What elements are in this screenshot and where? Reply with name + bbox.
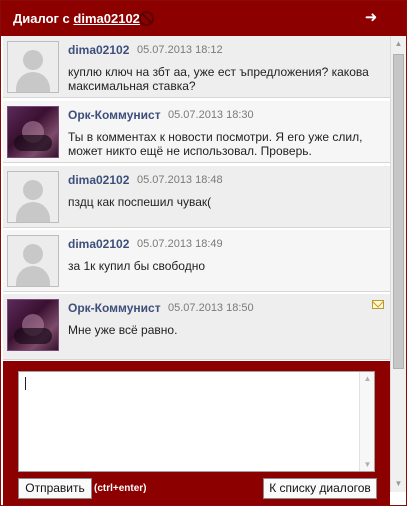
- avatar[interactable]: [7, 171, 59, 223]
- message-author[interactable]: dima02102: [68, 43, 129, 57]
- dialog-title-prefix: Диалог с: [13, 11, 70, 26]
- block-icon[interactable]: [139, 11, 154, 26]
- scroll-up-arrow-icon[interactable]: ▲: [391, 36, 406, 52]
- message-text: за 1к купил бы свободно: [68, 259, 206, 273]
- message-author[interactable]: Орк-Коммунист: [68, 108, 161, 122]
- send-button[interactable]: Отправить: [18, 478, 92, 499]
- dialog-window: Диалог с dima02102 ➜ dima02102 05.07.201…: [0, 0, 407, 506]
- message-input[interactable]: ▲ ▼: [18, 371, 375, 472]
- message-time: 05.07.2013 18:12: [137, 44, 223, 56]
- message-text: пздц как поспешил чувак(: [68, 195, 212, 209]
- message-time: 05.07.2013 18:49: [137, 238, 223, 250]
- message-list: dima02102 05.07.2013 18:12 куплю ключ на…: [3, 36, 390, 361]
- dialog-list-button[interactable]: К списку диалогов: [263, 478, 377, 499]
- message-time: 05.07.2013 18:50: [168, 302, 254, 314]
- input-scrollbar[interactable]: ▲ ▼: [359, 372, 374, 471]
- dialog-header: Диалог с dima02102 ➜: [1, 1, 406, 36]
- dialog-title: Диалог с dima02102: [13, 11, 140, 26]
- message-time: 05.07.2013 18:48: [137, 174, 223, 186]
- message-item: dima02102 05.07.2013 18:12 куплю ключ на…: [3, 36, 390, 98]
- avatar[interactable]: [7, 41, 59, 93]
- message-text: Мне уже всё равно.: [68, 323, 178, 337]
- dialog-username-link[interactable]: dima02102: [73, 11, 140, 26]
- avatar[interactable]: [7, 299, 59, 351]
- text-caret: [25, 377, 26, 390]
- avatar[interactable]: [7, 106, 59, 158]
- message-list-scrollbar[interactable]: ▲ ▼: [390, 36, 406, 492]
- message-item: Орк-Коммунист 05.07.2013 18:30 Ты в комм…: [3, 101, 390, 163]
- message-item: Орк-Коммунист 05.07.2013 18:50 Мне уже в…: [3, 294, 390, 360]
- send-shortcut-hint: (ctrl+enter): [94, 483, 147, 494]
- scroll-thumb[interactable]: [393, 54, 404, 369]
- message-author[interactable]: Орк-Коммунист: [68, 301, 161, 315]
- message-author[interactable]: dima02102: [68, 237, 129, 251]
- message-text: Ты в комментах к новости посмотри. Я его…: [68, 130, 363, 158]
- avatar[interactable]: [7, 235, 59, 287]
- message-composer: ▲ ▼ Отправить (ctrl+enter) К списку диал…: [3, 361, 390, 505]
- message-text: куплю ключ на збт аа, уже ест ъпредложен…: [68, 65, 369, 93]
- message-time: 05.07.2013 18:30: [168, 109, 254, 121]
- scroll-down-arrow-icon[interactable]: ▼: [391, 476, 406, 492]
- exit-arrow-icon[interactable]: ➜: [363, 10, 379, 26]
- envelope-icon: [372, 300, 384, 309]
- input-scroll-up-icon[interactable]: ▲: [360, 374, 375, 383]
- message-item: dima02102 05.07.2013 18:48 пздц как посп…: [3, 166, 390, 228]
- message-author[interactable]: dima02102: [68, 173, 129, 187]
- input-scroll-down-icon[interactable]: ▼: [360, 460, 375, 469]
- message-item: dima02102 05.07.2013 18:49 за 1к купил б…: [3, 230, 390, 292]
